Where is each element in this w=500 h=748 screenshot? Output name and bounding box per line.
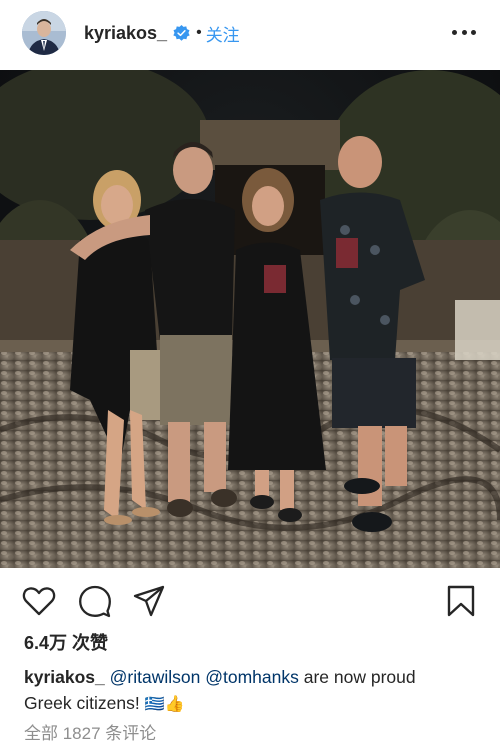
caption: kyriakos_ @ritawilson @tomhanks are now … <box>24 664 484 717</box>
likes-label: 次赞 <box>72 633 109 653</box>
more-options-icon[interactable] <box>452 20 476 44</box>
view-all-comments-link[interactable]: 全部 1827 条评论 <box>24 719 156 744</box>
action-bar <box>0 580 500 620</box>
username[interactable]: kyriakos_ <box>84 23 167 44</box>
send-icon[interactable] <box>132 584 166 618</box>
avatar-icon <box>22 11 66 55</box>
verified-badge-icon <box>173 24 190 41</box>
likes-number: 6.4万 <box>24 633 68 653</box>
separator-dot: • <box>196 24 202 41</box>
caption-text-line1: are now proud <box>298 667 416 687</box>
post-header: kyriakos_ • 关注 <box>0 0 500 66</box>
caption-text-line2: Greek citizens! <box>24 693 145 713</box>
avatar[interactable] <box>22 11 66 55</box>
follow-button[interactable]: 关注 <box>206 21 240 46</box>
caption-username[interactable]: kyriakos_ <box>24 667 105 687</box>
likes-count[interactable]: 6.4万 次赞 <box>24 629 108 655</box>
bookmark-icon[interactable] <box>444 584 478 618</box>
mention-ritawilson[interactable]: @ritawilson <box>110 667 201 687</box>
caption-emoji: 🇬🇷👍 <box>144 694 185 713</box>
heart-icon[interactable] <box>22 584 56 618</box>
comment-icon[interactable] <box>78 584 112 618</box>
post-photo[interactable] <box>0 70 500 568</box>
mention-tomhanks[interactable]: @tomhanks <box>205 667 299 687</box>
